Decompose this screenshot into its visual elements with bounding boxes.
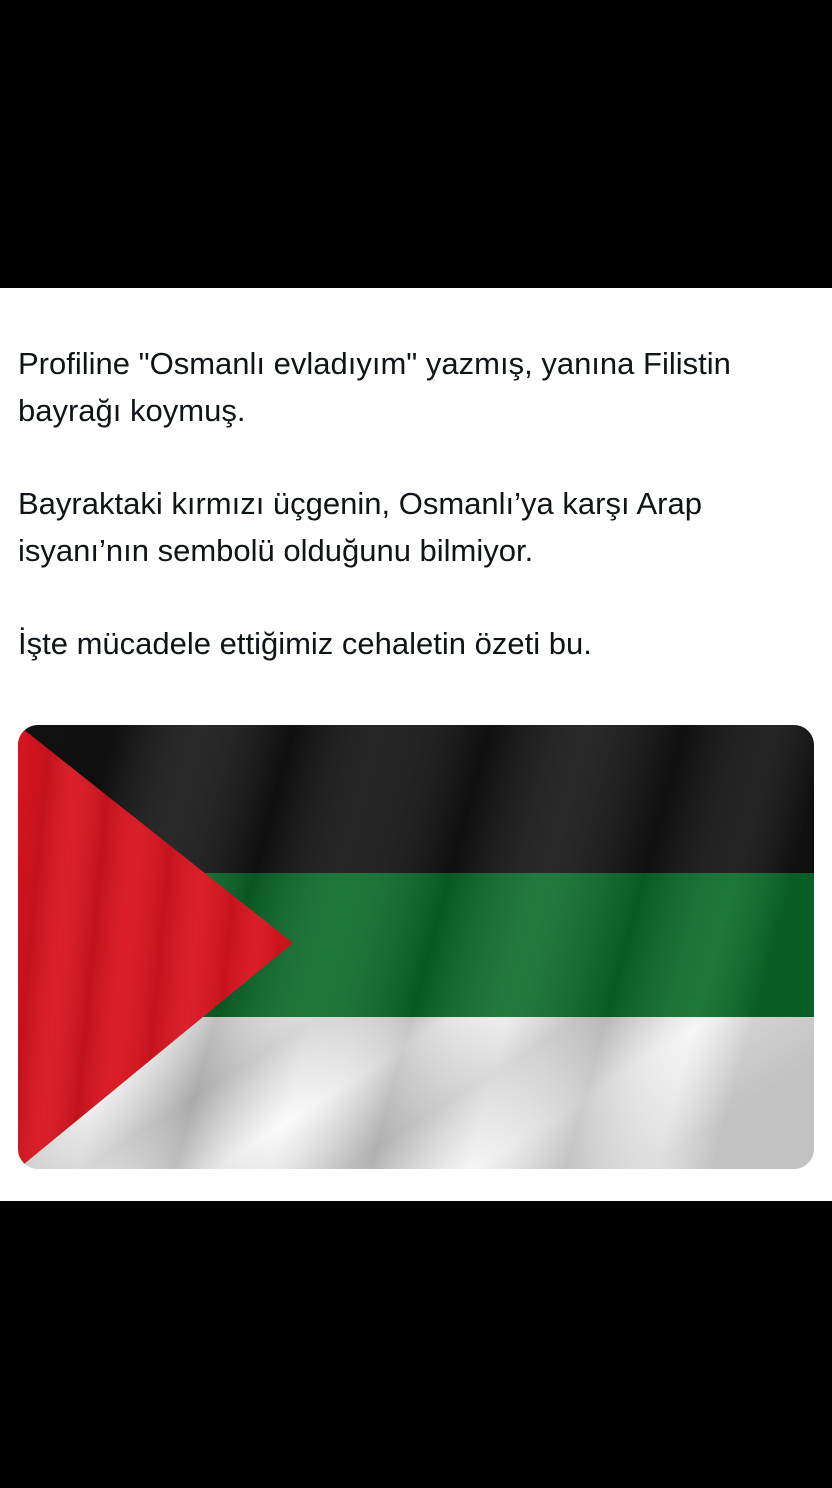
flag-image [18, 725, 814, 1169]
post-text: Profiline "Osmanlı evladıyım" yazmış, ya… [18, 340, 808, 667]
post-paragraph-3: İşte mücadele ettiğimiz cehaletin özeti … [18, 626, 592, 661]
post-paragraph-2: Bayraktaki kırmızı üçgenin, Osmanlı’ya k… [18, 486, 702, 568]
top-black-bar [0, 0, 832, 288]
post-card: Profiline "Osmanlı evladıyım" yazmış, ya… [0, 288, 832, 1201]
bottom-black-bar [0, 1201, 832, 1488]
post-media-image[interactable] [18, 725, 814, 1169]
post-paragraph-1: Profiline "Osmanlı evladıyım" yazmış, ya… [18, 346, 731, 428]
